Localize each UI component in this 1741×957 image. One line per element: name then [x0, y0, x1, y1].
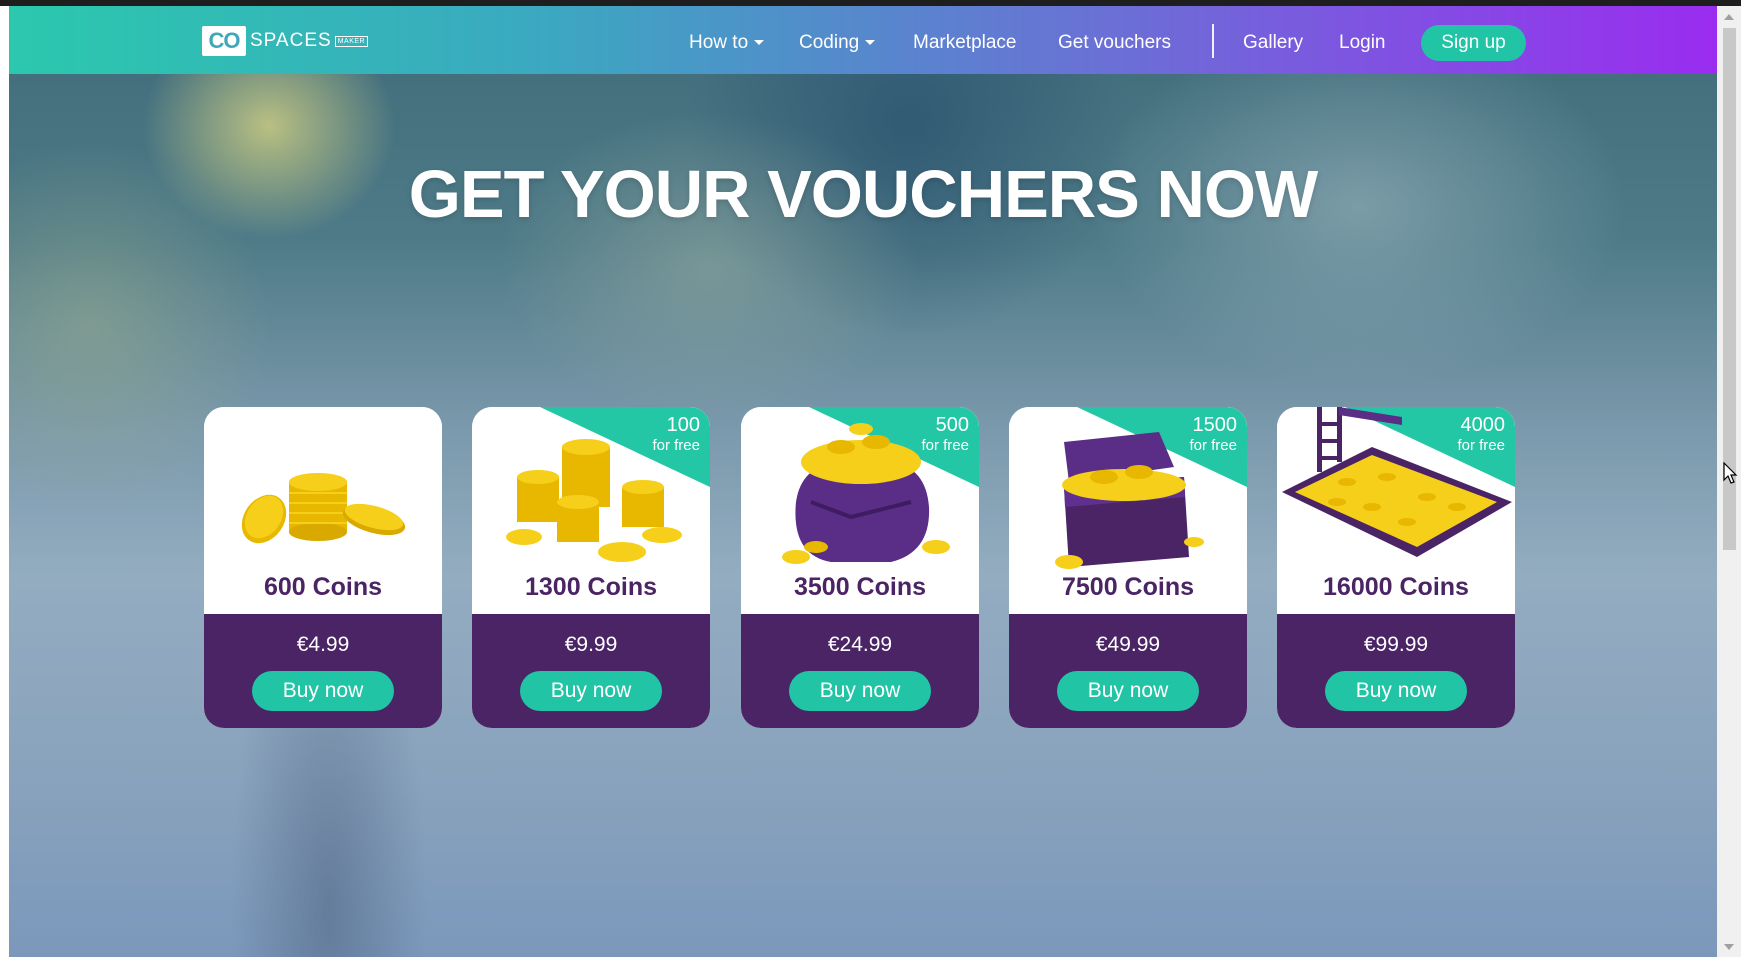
card-price: €99.99 — [1363, 633, 1429, 656]
cospaces-logo[interactable]: CO SPACES MAKER — [202, 26, 369, 56]
nav-get-vouchers[interactable]: Get vouchers — [1058, 32, 1171, 54]
card-top: 100 for free 1300 Coins — [472, 407, 710, 614]
card-price: €9.99 — [564, 633, 618, 656]
card-title: 1300 Coins — [524, 573, 657, 601]
card-top: 1500 for free 7500 Coins — [1009, 407, 1247, 614]
voucher-card-1300: 100 for free 1300 Coins €9.99 Buy now — [472, 407, 710, 728]
buy-now-button[interactable]: Buy now — [1325, 671, 1467, 711]
buy-now-button[interactable]: Buy now — [1057, 671, 1199, 711]
card-bottom: €99.99 Buy now — [1277, 614, 1515, 728]
coin-pool-icon — [1282, 407, 1512, 557]
page-headline: GET YOUR VOUCHERS NOW — [408, 157, 1318, 232]
nav-marketplace[interactable]: Marketplace — [913, 32, 1017, 54]
voucher-card-3500: 500 for free 3500 Coins €24.99 Buy now — [741, 407, 979, 728]
card-title: 3500 Coins — [793, 573, 926, 601]
nav-coding-label: Coding — [799, 32, 860, 53]
card-top: 4000 for free 16000 Coins — [1277, 407, 1515, 614]
nav-divider — [1212, 24, 1214, 58]
mouse-cursor-icon — [1723, 462, 1738, 484]
nav-coding[interactable]: Coding — [799, 32, 876, 54]
card-price: €24.99 — [827, 633, 893, 656]
card-price: €4.99 — [296, 633, 350, 656]
card-price: €49.99 — [1095, 633, 1161, 656]
nav-how-to[interactable]: How to — [689, 32, 765, 54]
top-navbar: CO SPACES MAKER How to Coding Marketplac… — [9, 6, 1717, 74]
card-title: 600 Coins — [263, 573, 383, 601]
logo-tag: MAKER — [334, 35, 369, 47]
coin-bag-icon — [782, 423, 950, 564]
voucher-card-16000: 4000 for free 16000 Coins €99.99 Buy now — [1277, 407, 1515, 728]
card-top: 600 Coins — [204, 407, 442, 614]
voucher-card-600: 600 Coins €4.99 Buy now — [204, 407, 442, 728]
voucher-card-7500: 1500 for free 7500 Coins €49.99 Buy now — [1009, 407, 1247, 728]
card-title: 7500 Coins — [1061, 573, 1194, 601]
card-bottom: €4.99 Buy now — [204, 614, 442, 728]
scroll-down-arrow-icon[interactable] — [1724, 944, 1734, 950]
logo-mark: CO — [202, 26, 246, 56]
buy-now-button[interactable]: Buy now — [789, 671, 931, 711]
coin-stacks-icon — [506, 439, 682, 562]
nav-login[interactable]: Login — [1339, 32, 1386, 54]
nav-gallery[interactable]: Gallery — [1243, 32, 1303, 54]
signup-button[interactable]: Sign up — [1421, 25, 1526, 61]
window-top-border — [0, 0, 1741, 6]
chevron-down-icon — [865, 40, 876, 46]
buy-now-button[interactable]: Buy now — [252, 671, 394, 711]
chevron-down-icon — [754, 40, 765, 46]
card-bottom: €49.99 Buy now — [1009, 614, 1247, 728]
card-bottom: €24.99 Buy now — [741, 614, 979, 728]
buy-now-button[interactable]: Buy now — [520, 671, 662, 711]
coins-icon — [241, 473, 406, 544]
card-bottom: €9.99 Buy now — [472, 614, 710, 728]
card-top: 500 for free 3500 Coins — [741, 407, 979, 614]
treasure-chest-icon — [1055, 432, 1204, 569]
nav-how-to-label: How to — [689, 32, 749, 53]
page-background: CO SPACES MAKER How to Coding Marketplac… — [9, 6, 1717, 957]
logo-text: SPACES — [250, 30, 332, 51]
scroll-up-arrow-icon[interactable] — [1724, 14, 1734, 20]
card-title: 16000 Coins — [1323, 573, 1469, 601]
